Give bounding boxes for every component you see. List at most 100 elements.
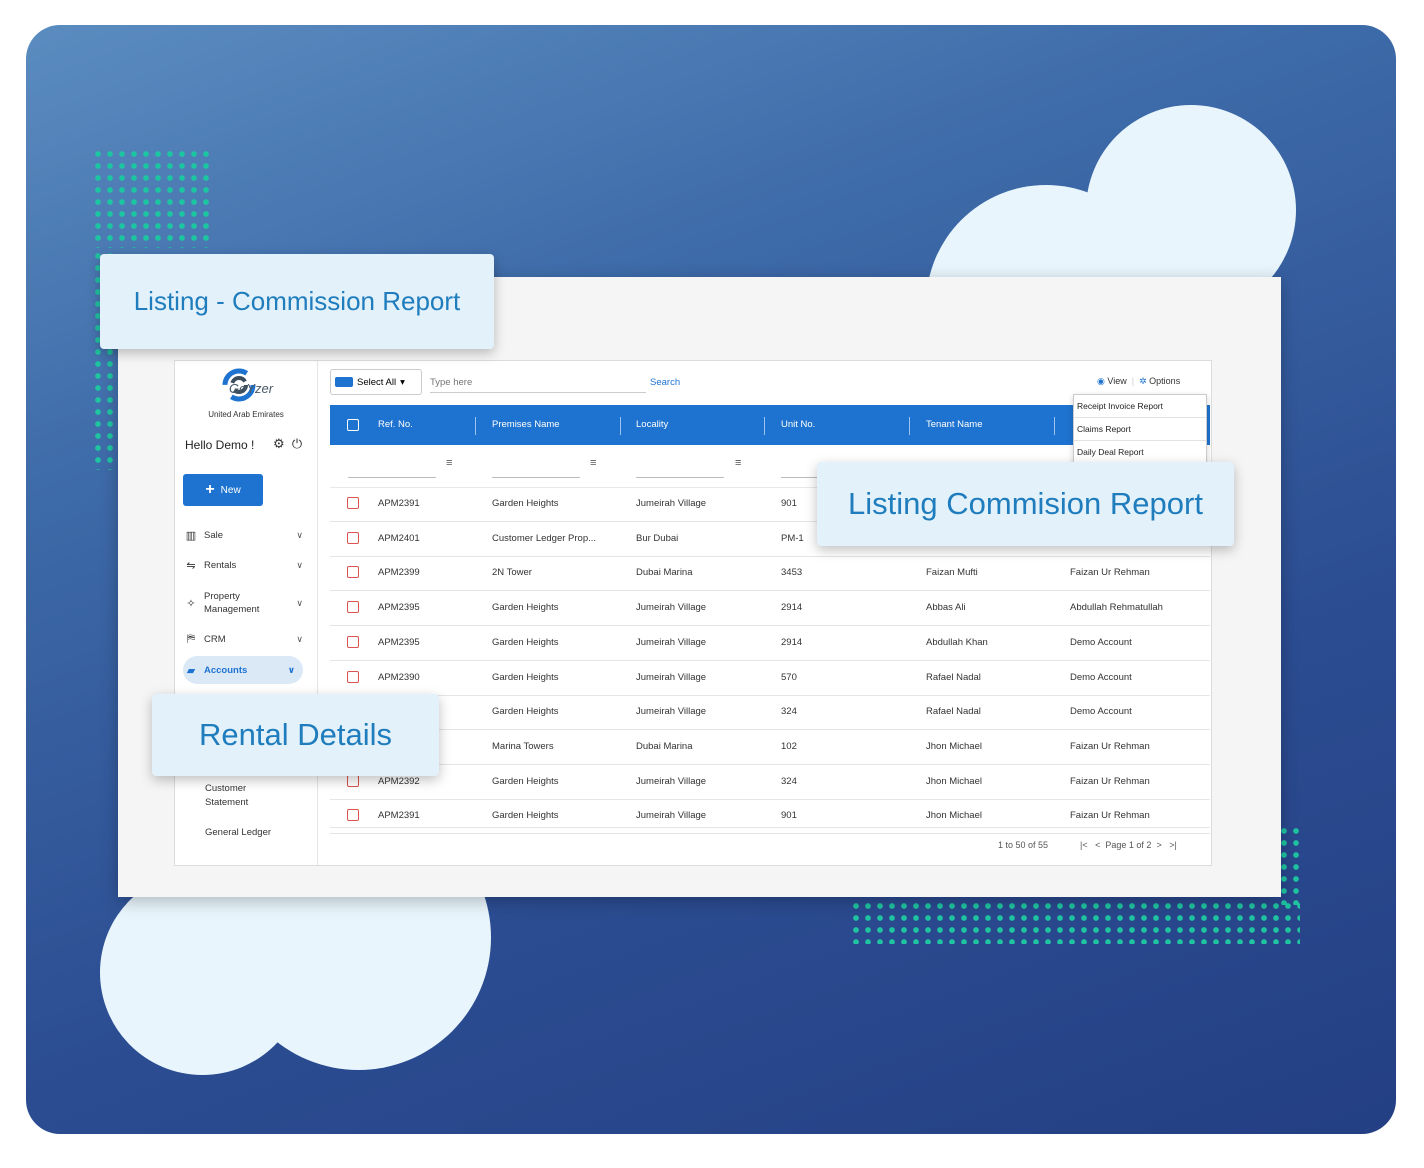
- chevron-down-icon: ∨: [296, 633, 303, 644]
- row-checkbox[interactable]: [347, 809, 359, 822]
- row-checkbox[interactable]: [347, 635, 359, 648]
- table-cell: Jhon Michael: [926, 740, 982, 752]
- row-checkbox[interactable]: [347, 566, 359, 579]
- table-cell: Abdullah Khan: [926, 636, 988, 648]
- menu-item-claims-report[interactable]: Claims Report: [1074, 418, 1206, 441]
- sidebar-item-sale[interactable]: ▥ Sale ∨: [183, 527, 303, 543]
- table-row[interactable]: Marina Towers Dubai Marina 102 Jhon Michael…: [330, 730, 1210, 765]
- search-button[interactable]: Search: [650, 377, 680, 388]
- table-cell: Faizan Mufti: [926, 567, 978, 579]
- filter-input-premises[interactable]: [492, 477, 580, 478]
- country-label: United Arab Emirates: [208, 410, 284, 419]
- view-button[interactable]: View: [1107, 376, 1126, 386]
- folder-icon: ▰: [186, 664, 196, 677]
- eye-icon: ◉: [1097, 376, 1105, 386]
- table-cell: Rafael Nadal: [926, 706, 981, 718]
- first-page-icon[interactable]: |<: [1080, 840, 1088, 850]
- wrench-icon: ✧: [186, 597, 196, 610]
- column-separator: [620, 417, 621, 435]
- table-cell: APM2401: [378, 532, 420, 544]
- table-row[interactable]: Garden Heights Jumeirah Village 324 Rafael …: [330, 695, 1210, 731]
- table-row[interactable]: APM2390 Garden Heights Jumeirah Village 570…: [330, 661, 1210, 696]
- callout-listing-commision-report: Listing Commision Report: [817, 462, 1234, 546]
- table-row[interactable]: APM2395 Garden Heights Jumeirah Village 291…: [330, 626, 1210, 661]
- select-all-icon: [335, 377, 353, 387]
- table-cell: Demo Account: [1070, 636, 1132, 648]
- table-row[interactable]: APM2392 Garden Heights Jumeirah Village 324…: [330, 765, 1210, 800]
- next-page-icon[interactable]: >: [1156, 840, 1161, 850]
- power-icon[interactable]: ⏻: [292, 436, 302, 451]
- row-checkbox[interactable]: [347, 670, 359, 683]
- select-all-dropdown[interactable]: Select All ▾: [330, 369, 422, 395]
- table-cell: APM2395: [378, 636, 420, 648]
- table-row[interactable]: APM2395 Garden Heights Jumeirah Village 291…: [330, 591, 1210, 627]
- row-checkbox[interactable]: [347, 601, 359, 614]
- chevron-down-icon: ∨: [296, 559, 303, 570]
- row-checkbox[interactable]: [347, 497, 359, 509]
- table-cell: 2914: [781, 636, 803, 648]
- row-checkbox[interactable]: [347, 774, 359, 787]
- table-cell: 2N Tower: [492, 567, 532, 579]
- callout-listing-commission-report: Listing - Commission Report: [100, 254, 494, 349]
- sidebar-item-accounts[interactable]: ▰ Accounts ∨: [183, 656, 303, 684]
- table-cell: 102: [781, 740, 797, 752]
- sidebar-item-crm[interactable]: ⛿ CRM ∨: [183, 631, 303, 647]
- sidebar-subitem-general-ledger[interactable]: General Ledger: [205, 826, 271, 840]
- greeting: Hello Demo !: [185, 438, 255, 452]
- column-header-tenant-name[interactable]: Tenant Name: [926, 405, 983, 445]
- sidebar-subitem-customer-statement[interactable]: Customer Statement: [205, 782, 265, 810]
- app-window: GoYzer United Arab Emirates Hello Demo !…: [174, 360, 1212, 866]
- options-dropdown-menu: Receipt Invoice Report Claims Report Dai…: [1073, 394, 1207, 464]
- chevron-down-icon: ▾: [400, 376, 405, 388]
- table-cell: Jhon Michael: [926, 775, 982, 787]
- chevron-down-icon: ∨: [287, 664, 295, 675]
- table-cell: Garden Heights: [492, 602, 559, 614]
- filter-input-locality[interactable]: [636, 477, 724, 478]
- table-cell: 324: [781, 706, 797, 718]
- column-header-locality[interactable]: Locality: [636, 405, 668, 445]
- filter-input-ref-no[interactable]: [348, 477, 436, 478]
- new-button[interactable]: + New: [183, 474, 263, 506]
- table-cell: Garden Heights: [492, 775, 559, 787]
- sidebar-item-rentals[interactable]: ⇋ Rentals ∨: [183, 557, 303, 573]
- menu-item-daily-deal-report[interactable]: Daily Deal Report: [1074, 441, 1206, 463]
- filter-icon[interactable]: ≡: [735, 457, 741, 469]
- row-checkbox[interactable]: [347, 531, 359, 544]
- filter-icon[interactable]: ≡: [590, 457, 596, 469]
- column-header-premises-name[interactable]: Premises Name: [492, 405, 560, 445]
- table-cell: Demo Account: [1070, 671, 1132, 683]
- column-header-ref-no[interactable]: Ref. No.: [378, 405, 413, 445]
- menu-item-receipt-invoice-report[interactable]: Receipt Invoice Report: [1074, 395, 1206, 418]
- pagination: |< < Page 1 of 2 > >|: [1080, 840, 1177, 850]
- table-cell: Garden Heights: [492, 706, 559, 718]
- dot-grid-bottom-right: [850, 900, 1300, 944]
- callout-rental-details: Rental Details: [152, 694, 439, 776]
- plus-icon: +: [205, 481, 215, 498]
- record-count: 1 to 50 of 55: [998, 840, 1049, 850]
- last-page-icon[interactable]: >|: [1169, 840, 1177, 850]
- table-row[interactable]: APM2399 2N Tower Dubai Marina 3453 Faizan Mu…: [330, 556, 1210, 592]
- table-cell: APM2395: [378, 602, 420, 614]
- table-cell: 570: [781, 671, 797, 683]
- filter-icon[interactable]: ≡: [446, 457, 452, 469]
- table-cell: Jumeirah Village: [636, 706, 707, 718]
- column-separator: [475, 417, 476, 435]
- table-cell: Abbas Ali: [926, 602, 966, 614]
- search-input[interactable]: [430, 372, 646, 393]
- options-button[interactable]: Options: [1149, 376, 1180, 386]
- column-separator: [909, 417, 910, 435]
- table-cell: Bur Dubai: [636, 532, 679, 544]
- column-separator: [764, 417, 765, 435]
- crm-icon: ⛿: [187, 632, 195, 645]
- table-cell: Demo Account: [1070, 706, 1132, 718]
- sidebar-item-label: Sale: [204, 529, 224, 541]
- header-checkbox[interactable]: [347, 419, 359, 431]
- table-cell: Jumeirah Village: [636, 602, 707, 614]
- dot-grid-top-left: [92, 148, 212, 248]
- gear-icon[interactable]: ⚙: [273, 436, 285, 451]
- column-header-unit-no[interactable]: Unit No.: [781, 405, 815, 445]
- table-cell: Faizan Ur Rehman: [1070, 567, 1150, 579]
- prev-page-icon[interactable]: <: [1095, 840, 1100, 850]
- sidebar-item-label: Accounts: [204, 664, 248, 676]
- sidebar-item-property-management[interactable]: ✧ Property Management ∨: [183, 589, 303, 617]
